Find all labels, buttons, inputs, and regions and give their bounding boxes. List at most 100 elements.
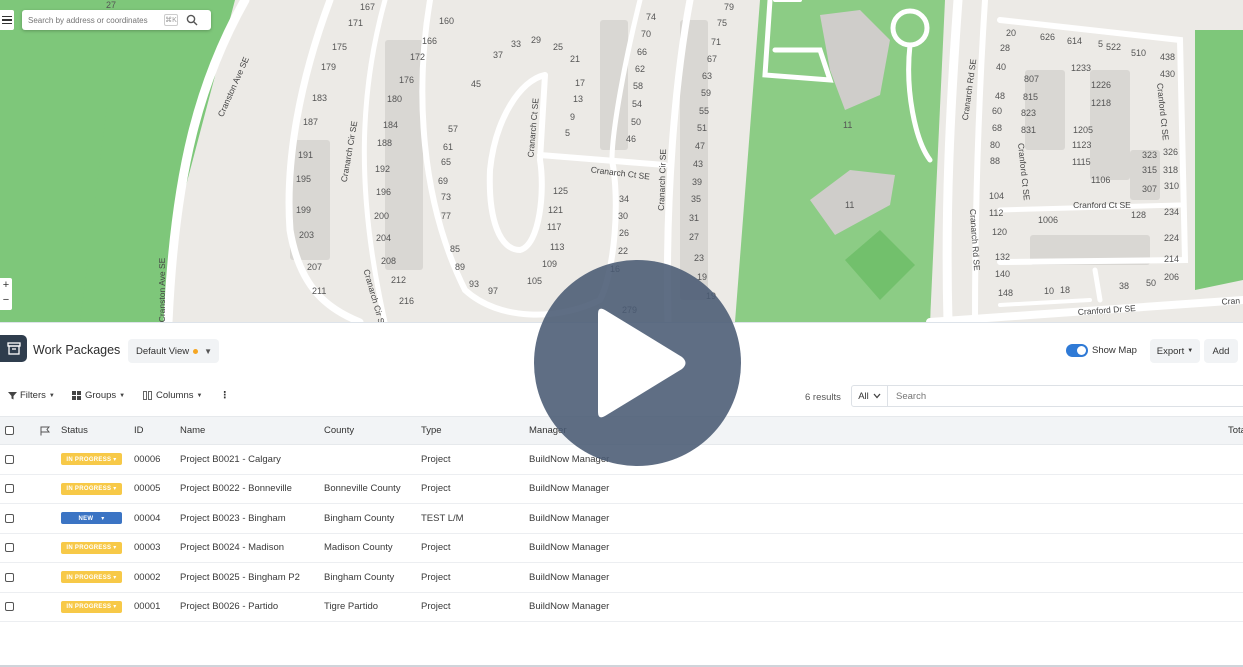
lot-number: 1218 [1091, 98, 1111, 108]
lot-number: 113 [550, 242, 564, 252]
lot-number: 176 [399, 75, 414, 85]
name-cell[interactable]: Project B0026 - Partido [180, 593, 278, 622]
lot-number: 70 [641, 29, 651, 39]
column-header-status[interactable]: Status [61, 417, 88, 444]
lot-number: 234 [1164, 207, 1179, 217]
scope-select[interactable]: All [851, 385, 888, 407]
row-checkbox[interactable] [5, 534, 14, 563]
table-row[interactable]: NEW ▾ 00004 Project B0023 - Bingham Bing… [0, 504, 1243, 534]
name-cell[interactable]: Project B0021 - Calgary [180, 445, 281, 474]
row-checkbox[interactable] [5, 475, 14, 504]
chevron-down-icon: ▼ [204, 346, 213, 356]
lot-number: 192 [375, 164, 390, 174]
hamburger-icon[interactable] [0, 10, 14, 30]
row-checkbox[interactable] [5, 563, 14, 592]
lot-number: 128 [1131, 210, 1146, 220]
search-icon[interactable] [186, 14, 198, 26]
lot-number: 175 [332, 42, 347, 52]
lot-number: 614 [1067, 36, 1082, 46]
filters-button[interactable]: Filters ▼ [8, 390, 55, 401]
add-button[interactable]: Add [1204, 339, 1238, 363]
street-label: Cranston Ave SE [157, 257, 167, 322]
lot-number: 45 [471, 79, 481, 89]
status-badge[interactable]: IN PROGRESS ▾ [61, 541, 122, 554]
filters-label: Filters [20, 390, 46, 401]
more-icon[interactable]: ⋮ [220, 390, 230, 401]
lot-number: 179 [321, 62, 336, 72]
status-cell[interactable]: IN PROGRESS ▾ [61, 475, 122, 504]
select-all-checkbox[interactable] [5, 417, 14, 444]
lot-number: 51 [697, 123, 707, 133]
table-row[interactable]: IN PROGRESS ▾ 00003 Project B0024 - Madi… [0, 533, 1243, 563]
zoom-out-button[interactable]: − [3, 293, 9, 308]
lot-number: 224 [1164, 233, 1179, 243]
status-cell[interactable]: IN PROGRESS ▾ [61, 563, 122, 592]
lot-number: 214 [1164, 254, 1179, 264]
lot-number: 1006 [1038, 215, 1058, 225]
status-badge[interactable]: NEW ▾ [61, 512, 122, 525]
status-cell[interactable]: IN PROGRESS ▾ [61, 593, 122, 622]
lot-number: 88 [990, 156, 1000, 166]
play-icon [598, 308, 686, 418]
lot-number: 35 [691, 194, 701, 204]
lot-number: 1115 [1072, 157, 1091, 167]
status-badge[interactable]: IN PROGRESS ▾ [61, 482, 122, 495]
map-search-input[interactable] [22, 15, 162, 25]
table-search-input[interactable] [888, 385, 1243, 407]
lot-number: 11 [843, 120, 852, 130]
status-badge[interactable]: IN PROGRESS ▾ [61, 571, 122, 584]
map-search-box[interactable]: ⌘K [22, 10, 211, 30]
lot-number: 211 [312, 286, 326, 296]
lot-number: 626 [1040, 32, 1055, 42]
status-cell[interactable]: NEW ▾ [61, 504, 122, 533]
column-header-county[interactable]: County [324, 417, 354, 444]
id-cell: 00006 [134, 453, 161, 465]
lot-number: 172 [410, 52, 425, 62]
lot-number: 315 [1142, 165, 1157, 175]
lot-number: 188 [377, 138, 392, 148]
type-cell: Project [421, 453, 451, 465]
row-checkbox[interactable] [5, 504, 14, 533]
lot-number: 807 [1024, 74, 1039, 84]
status-badge[interactable]: IN PROGRESS ▾ [61, 453, 122, 466]
status-cell[interactable]: IN PROGRESS ▾ [61, 534, 122, 563]
filter-icon [8, 392, 17, 400]
lot-number: 54 [632, 99, 642, 109]
export-button[interactable]: Export ▼ [1150, 339, 1200, 363]
lot-number: 9 [570, 112, 575, 122]
status-badge[interactable]: IN PROGRESS ▾ [61, 600, 122, 613]
lot-number: 204 [376, 233, 391, 243]
lot-number: 200 [374, 211, 389, 221]
lot-number: 203 [299, 230, 314, 240]
lot-number: 93 [469, 279, 479, 289]
row-checkbox[interactable] [5, 445, 14, 474]
column-header-total[interactable]: Tota [1228, 417, 1243, 444]
name-cell[interactable]: Project B0023 - Bingham [180, 504, 286, 533]
lot-number: 195 [296, 174, 311, 184]
lot-number: 33 [511, 39, 521, 49]
groups-label: Groups [85, 390, 117, 401]
lot-number: 27 [689, 232, 699, 242]
table-row[interactable]: IN PROGRESS ▾ 00001 Project B0026 - Part… [0, 592, 1243, 622]
lot-number: 89 [455, 262, 465, 272]
name-cell[interactable]: Project B0024 - Madison [180, 534, 284, 563]
view-selector[interactable]: Default View ▼ [128, 339, 219, 363]
show-map-toggle[interactable] [1066, 344, 1088, 357]
table-row[interactable]: IN PROGRESS ▾ 00002 Project B0025 - Bing… [0, 563, 1243, 593]
lot-number: 77 [441, 211, 451, 221]
columns-button[interactable]: Columns ▼ [143, 390, 202, 401]
table-row[interactable]: IN PROGRESS ▾ 00005 Project B0022 - Bonn… [0, 474, 1243, 504]
column-header-id[interactable]: ID [134, 417, 144, 444]
video-play-button[interactable] [534, 260, 741, 466]
lot-number: 80 [990, 140, 1000, 150]
zoom-in-button[interactable]: + [3, 278, 9, 293]
row-checkbox[interactable] [5, 593, 14, 622]
lot-number: 132 [995, 252, 1010, 262]
groups-button[interactable]: Groups ▼ [72, 390, 125, 401]
name-cell[interactable]: Project B0022 - Bonneville [180, 475, 292, 504]
status-cell[interactable]: IN PROGRESS ▾ [61, 445, 122, 474]
name-cell[interactable]: Project B0025 - Bingham P2 [180, 563, 300, 592]
lot-number: 21 [570, 54, 580, 64]
column-header-type[interactable]: Type [421, 417, 442, 444]
column-header-name[interactable]: Name [180, 417, 205, 444]
